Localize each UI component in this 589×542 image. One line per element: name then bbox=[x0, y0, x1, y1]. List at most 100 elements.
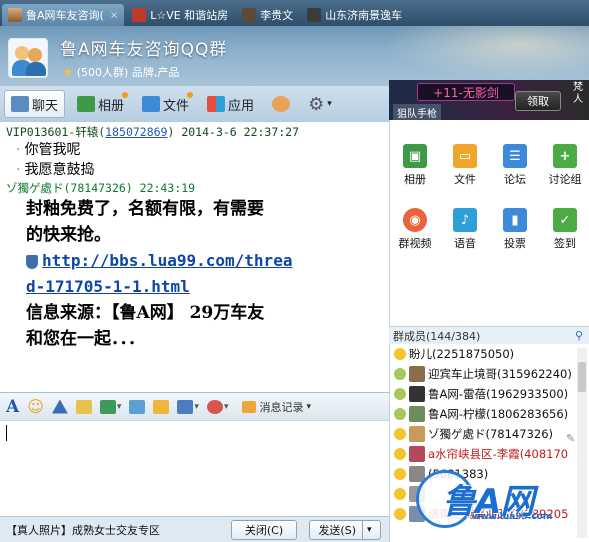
group-avatar[interactable] bbox=[8, 38, 48, 78]
sender-uid-link[interactable]: 185072869 bbox=[105, 125, 167, 139]
admin-icon bbox=[394, 388, 406, 400]
header-sky-decoration bbox=[359, 26, 589, 86]
image-button[interactable]: ▾ bbox=[99, 399, 121, 414]
star-icon: ★ bbox=[62, 65, 73, 79]
tab-jinan-car-group[interactable]: 山东济南景逸车 bbox=[301, 4, 408, 26]
star-icon bbox=[394, 488, 406, 500]
album-icon bbox=[77, 96, 96, 112]
gear-icon: ⚙ bbox=[308, 93, 325, 115]
notification-dot bbox=[122, 92, 129, 98]
smiley-icon: ☺ bbox=[27, 397, 44, 416]
font-button[interactable]: A bbox=[6, 397, 19, 417]
close-button[interactable]: 关闭(C) bbox=[231, 519, 297, 540]
member-name: 迎宾车止境哥(315962240) bbox=[428, 367, 572, 381]
chevron-down-icon: ▾ bbox=[223, 401, 229, 412]
app-voice[interactable]: ♪ 语音 bbox=[440, 204, 490, 268]
chevron-down-icon: ▾ bbox=[194, 401, 199, 412]
chat-icon bbox=[11, 96, 29, 112]
add-discussion-icon: + bbox=[553, 144, 577, 168]
tab-label: 山东济南景逸车 bbox=[325, 9, 403, 22]
message-text: 的快来抢。 bbox=[26, 225, 111, 245]
message-link[interactable]: http://bbs.lua99.com/threa bbox=[42, 251, 292, 270]
add-user-icon bbox=[272, 96, 291, 112]
app-checkin[interactable]: ✓ 签到 bbox=[540, 204, 589, 268]
message-history-button[interactable]: 消息记录 ▾ bbox=[242, 399, 311, 415]
group-apps-panel: ▣ 相册 ▭ 文件 ☰ 论坛 + 讨论组 ◉ 群视频 ♪ 语音 ▮ 投票 ✓ 签到 bbox=[389, 120, 589, 330]
member-item[interactable]: 迎宾车止境哥(315962240) bbox=[390, 364, 589, 384]
message-header: VIP013601-轩辕(185072869) 2014-3-6 22:37:2… bbox=[6, 124, 383, 140]
group-avatar-mini-icon bbox=[8, 8, 22, 22]
send-button[interactable]: 发送(S) ▾ bbox=[309, 519, 381, 540]
app-album[interactable]: ▣ 相册 bbox=[390, 140, 440, 204]
app-label: 语音 bbox=[454, 237, 476, 250]
avatar bbox=[409, 386, 425, 402]
sticker-icon bbox=[153, 399, 170, 414]
tab-love-station[interactable]: L☆VE 和谐站房 bbox=[126, 4, 234, 26]
send-label: 发送(S) bbox=[318, 523, 357, 537]
close-icon[interactable]: × bbox=[110, 10, 118, 21]
music-icon bbox=[129, 399, 146, 414]
app-label: 相册 bbox=[404, 173, 426, 186]
promo-link[interactable]: 【真人照片】成熟女士交友专区 bbox=[6, 522, 231, 538]
send-options-chevron-icon[interactable]: ▾ bbox=[362, 520, 372, 539]
game-ad-banner[interactable]: +11-无影剑 领取 狙队手枪 梵人 bbox=[389, 80, 589, 121]
sticker-button[interactable] bbox=[153, 399, 170, 414]
ad-subtitle: 狙队手枪 bbox=[393, 104, 441, 121]
screenshot-button[interactable]: ▾ bbox=[177, 399, 199, 414]
app-label: 群视频 bbox=[398, 237, 432, 250]
app-tab-button[interactable]: 应用 bbox=[201, 90, 260, 118]
tab-li-guiwen[interactable]: 李贵文 bbox=[236, 4, 299, 26]
member-item[interactable]: a水帘峡县区-李霞(408170 bbox=[390, 444, 589, 464]
member-item[interactable]: 盼儿(2251875050) bbox=[390, 344, 589, 364]
message-text: 信息来源：【鲁A网】 29万车友 bbox=[26, 303, 265, 323]
doodle-button[interactable] bbox=[75, 399, 92, 414]
shield-icon bbox=[26, 254, 38, 269]
app-forum[interactable]: ☰ 论坛 bbox=[490, 140, 540, 204]
member-item[interactable]: ゾ獨ゲ處ド(78147326) bbox=[390, 424, 589, 444]
member-name: a水帘峡县区-李霞(408170 bbox=[428, 447, 569, 461]
folder-icon bbox=[142, 96, 161, 112]
chat-tab-button[interactable]: 聊天 bbox=[4, 90, 66, 118]
chat-tab-label: 聊天 bbox=[32, 98, 59, 114]
search-icon[interactable]: ⚲ bbox=[575, 329, 583, 342]
app-vote[interactable]: ▮ 投票 bbox=[490, 204, 540, 268]
shake-button[interactable] bbox=[51, 399, 68, 414]
admin-icon bbox=[394, 408, 406, 420]
block-button[interactable]: ▾ bbox=[206, 399, 229, 414]
chat-history[interactable]: VIP013601-轩辕(185072869) 2014-3-6 22:37:2… bbox=[0, 122, 389, 392]
tab-label: 李贵文 bbox=[260, 9, 294, 22]
settings-button[interactable]: ⚙ ▾ bbox=[302, 90, 338, 118]
scrollbar-thumb[interactable] bbox=[578, 362, 586, 392]
video-icon: ◉ bbox=[403, 208, 427, 232]
album-tab-button[interactable]: 相册 bbox=[71, 90, 130, 118]
message-text: 和您在一起．．． bbox=[26, 329, 145, 349]
message-input[interactable] bbox=[0, 420, 389, 516]
app-group-video[interactable]: ◉ 群视频 bbox=[390, 204, 440, 268]
message-text: 封釉免费了，名额有限，有需要 bbox=[26, 199, 264, 219]
sender-name: VIP013601-轩辕( bbox=[6, 125, 106, 139]
file-tab-button[interactable]: 文件 bbox=[136, 90, 195, 118]
star-icon bbox=[394, 448, 406, 460]
chevron-down-icon: ▾ bbox=[327, 99, 332, 109]
window-tab-strip: 鲁A网车友咨询( × L☆VE 和谐站房 李贵文 山东济南景逸车 bbox=[0, 0, 589, 26]
ad-claim-button[interactable]: 领取 bbox=[515, 91, 561, 111]
app-discussion[interactable]: + 讨论组 bbox=[540, 140, 589, 204]
member-item[interactable]: 鲁A网-雷蓓(1962933500) bbox=[390, 384, 589, 404]
notification-dot bbox=[187, 92, 194, 98]
members-header: 群成员(144/384) ⚲ bbox=[389, 326, 589, 344]
member-item[interactable]: 鲁A网-柠檬(1806283656) bbox=[390, 404, 589, 424]
edit-icon[interactable]: ✎ bbox=[566, 432, 575, 445]
tab-lua-group[interactable]: 鲁A网车友咨询( × bbox=[2, 4, 125, 26]
emoji-button[interactable]: ☺ bbox=[27, 397, 44, 416]
forum-icon: ☰ bbox=[503, 144, 527, 168]
group-header: 鲁A网车友咨询QQ群 ★ (500人群) 品牌,产品 bbox=[0, 26, 589, 86]
admin-icon bbox=[394, 368, 406, 380]
heart-avatar-icon bbox=[132, 8, 147, 22]
message-link[interactable]: d-171705-1-1.html bbox=[26, 277, 190, 296]
screenshot-icon bbox=[177, 399, 194, 414]
history-label: 消息记录 bbox=[259, 400, 304, 414]
add-member-button[interactable] bbox=[266, 90, 296, 118]
app-grid: ▣ 相册 ▭ 文件 ☰ 论坛 + 讨论组 ◉ 群视频 ♪ 语音 ▮ 投票 ✓ 签到 bbox=[390, 120, 589, 268]
music-button[interactable] bbox=[129, 399, 146, 414]
app-file[interactable]: ▭ 文件 bbox=[440, 140, 490, 204]
